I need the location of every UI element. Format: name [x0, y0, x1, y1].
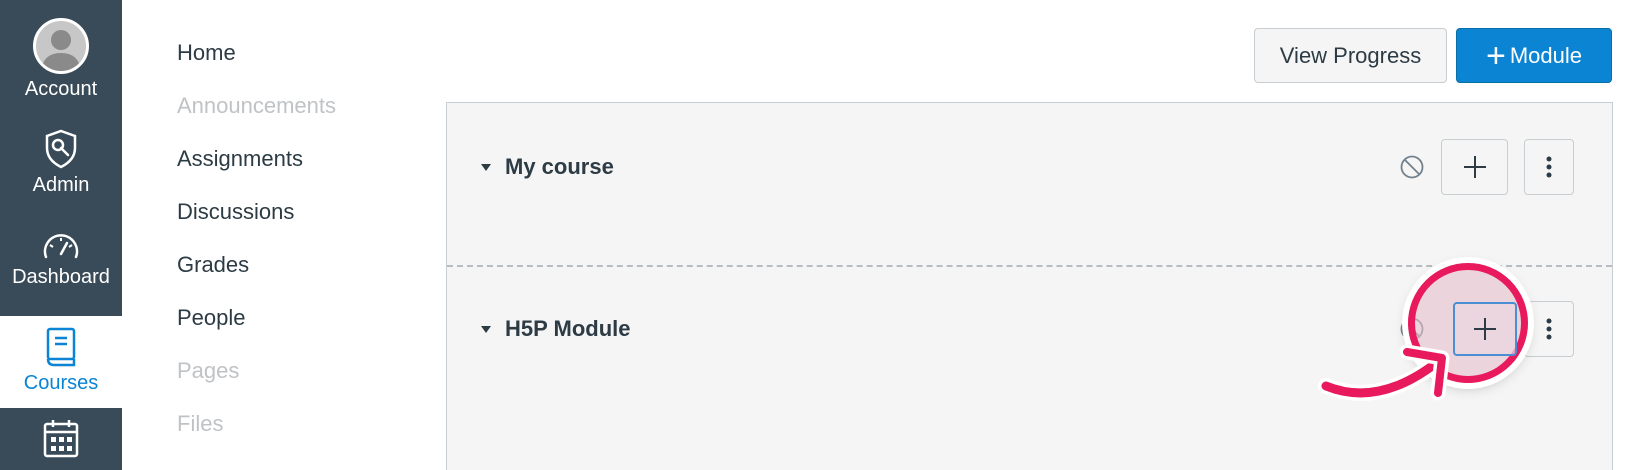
global-nav-calendar[interactable] [0, 418, 122, 470]
course-nav-pages[interactable]: Pages [177, 358, 239, 384]
view-progress-button[interactable]: View Progress [1254, 28, 1447, 83]
plus-icon [1474, 318, 1496, 340]
course-nav-discussions[interactable]: Discussions [177, 199, 294, 225]
module-title-toggle[interactable]: H5P Module [481, 316, 631, 342]
global-nav-admin[interactable]: Admin [0, 128, 122, 204]
plus-icon: + [1485, 36, 1506, 75]
more-vertical-icon [1546, 318, 1552, 340]
global-nav-account[interactable]: Account [0, 18, 122, 104]
global-nav-dashboard-label: Dashboard [12, 266, 110, 288]
add-module-button[interactable]: + Module [1456, 28, 1612, 83]
caret-down-icon [481, 163, 491, 171]
book-icon [46, 327, 76, 367]
global-nav-dashboard[interactable]: Dashboard [0, 230, 122, 306]
module-options-button[interactable] [1524, 139, 1574, 195]
course-nav-assignments[interactable]: Assignments [177, 146, 303, 172]
avatar [33, 18, 89, 74]
unpublished-icon[interactable] [1399, 154, 1425, 180]
shield-wrench-icon [45, 129, 77, 169]
global-nav-courses[interactable]: Courses [0, 316, 122, 408]
module-options-button[interactable] [1524, 301, 1574, 357]
more-vertical-icon [1546, 156, 1552, 178]
module-title: H5P Module [505, 316, 631, 341]
module-title: My course [505, 154, 614, 179]
course-nav-files[interactable]: Files [177, 411, 223, 437]
module-divider [447, 265, 1612, 267]
plus-icon [1463, 156, 1486, 178]
speedometer-icon [43, 234, 79, 259]
global-nav-courses-label: Courses [23, 372, 99, 394]
global-nav-admin-label: Admin [32, 174, 90, 196]
caret-down-icon [481, 325, 491, 333]
global-nav: Account Admin Dashboard Courses [0, 0, 122, 470]
global-nav-account-label: Account [24, 78, 98, 100]
module-title-toggle[interactable]: My course [481, 154, 614, 180]
calendar-icon [43, 420, 79, 458]
add-module-label: Module [1509, 42, 1582, 68]
course-nav-people[interactable]: People [177, 305, 246, 331]
course-nav-grades[interactable]: Grades [177, 252, 249, 278]
add-content-button-highlighted[interactable] [1453, 302, 1517, 356]
course-nav-announcements[interactable]: Announcements [177, 93, 336, 119]
module-header: My course [447, 137, 1612, 197]
course-nav-home[interactable]: Home [177, 40, 236, 66]
add-content-button[interactable] [1441, 139, 1508, 195]
view-progress-label: View Progress [1279, 42, 1422, 68]
